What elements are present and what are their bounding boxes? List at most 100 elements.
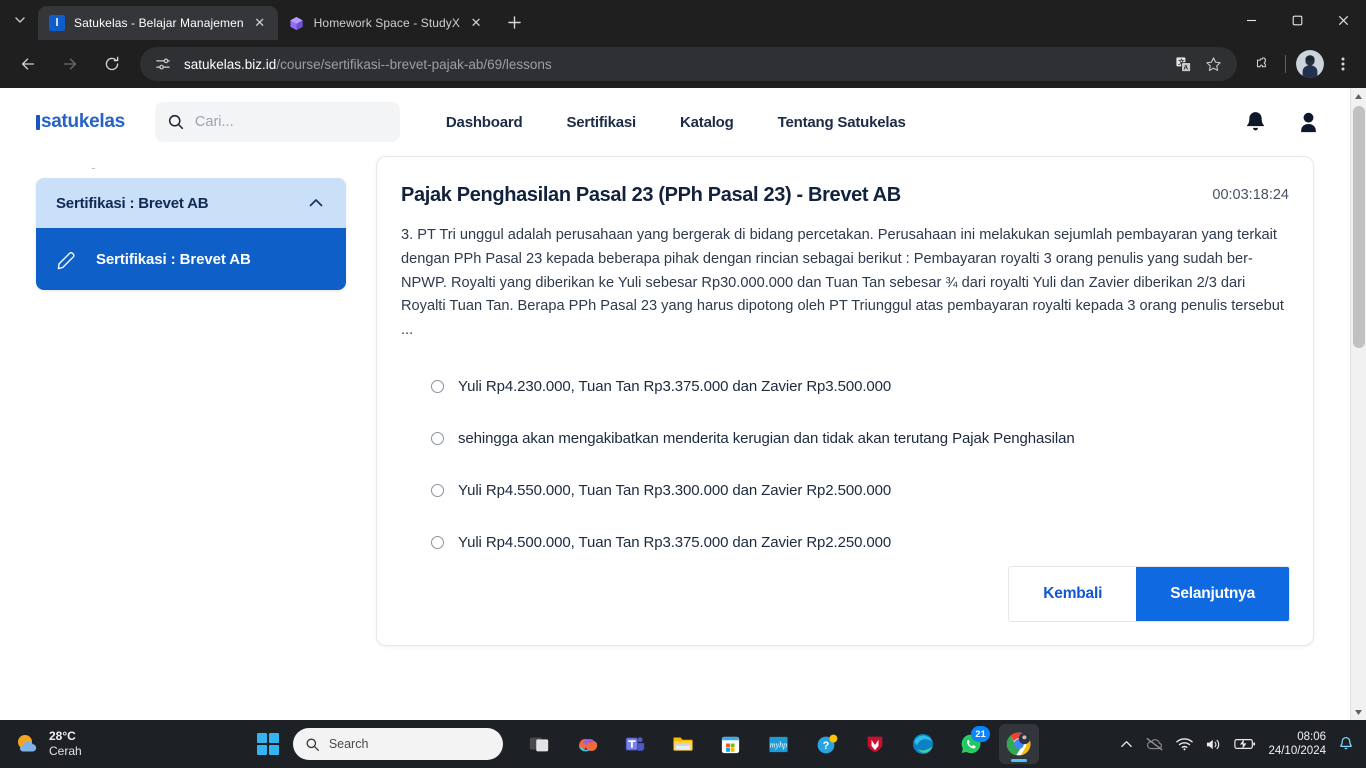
taskbar-app-task-view[interactable] — [519, 724, 559, 764]
avatar[interactable] — [1296, 50, 1324, 78]
address-bar[interactable]: satukelas.biz.id/course/sertifikasi--bre… — [140, 47, 1237, 81]
radio-button[interactable] — [431, 484, 444, 498]
volume-icon[interactable] — [1205, 737, 1222, 752]
page-viewport: satukelas Dashboard Sertifikasi Katalog … — [0, 88, 1366, 720]
tab-close-icon[interactable]: ✕ — [250, 13, 270, 33]
header-actions — [1242, 109, 1322, 136]
site-logo[interactable]: satukelas — [36, 111, 125, 133]
nav-item-katalog[interactable]: Katalog — [680, 114, 734, 131]
whatsapp-badge: 21 — [971, 726, 990, 742]
back-icon[interactable] — [12, 48, 44, 80]
taskbar-app-mcafee[interactable] — [855, 724, 895, 764]
system-tray: 08:06 24/10/2024 — [1120, 730, 1366, 759]
tab-close-icon[interactable]: ✕ — [466, 13, 486, 33]
answer-option-3[interactable]: Yuli Rp4.550.000, Tuan Tan Rp3.300.000 d… — [431, 465, 1289, 517]
taskbar-app-whatsapp[interactable]: 21 — [951, 724, 991, 764]
nav-item-dashboard[interactable]: Dashboard — [446, 114, 523, 131]
sidebar-stub-text: - — [91, 159, 96, 175]
notification-bell-icon[interactable] — [1338, 736, 1354, 753]
taskbar-app-copilot[interactable] — [567, 724, 607, 764]
start-icon[interactable] — [251, 727, 285, 761]
lesson-card-header: Pajak Penghasilan Pasal 23 (PPh Pasal 23… — [401, 183, 1289, 208]
bell-icon[interactable] — [1242, 109, 1269, 136]
taskbar-search-box[interactable]: Search — [292, 728, 503, 760]
next-button[interactable]: Selanjutnya — [1136, 567, 1289, 621]
scroll-up-arrow-icon[interactable] — [1351, 88, 1366, 104]
answer-option-label: Yuli Rp4.230.000, Tuan Tan Rp3.375.000 d… — [458, 378, 892, 396]
close-window-button[interactable] — [1320, 0, 1366, 40]
question-text: 3. PT Tri unggul adalah perusahaan yang … — [401, 227, 1284, 339]
taskbar-app-google-chrome[interactable] — [998, 724, 1039, 764]
taskbar-weather-widget[interactable]: 28°C Cerah — [0, 729, 210, 758]
browser-toolbar: satukelas.biz.id/course/sertifikasi--bre… — [0, 40, 1366, 88]
satukelas-favicon: l — [49, 15, 65, 31]
star-icon[interactable] — [1199, 50, 1227, 78]
weather-condition: Cerah — [49, 744, 82, 758]
forward-icon[interactable] — [54, 48, 86, 80]
maximize-button[interactable] — [1274, 0, 1320, 40]
page-scrollbar[interactable] — [1350, 88, 1366, 720]
tab-title: Satukelas - Belajar Manajemen — [74, 16, 244, 30]
battery-charging-icon[interactable] — [1234, 737, 1256, 751]
taskbar-app-microsoft-edge[interactable] — [903, 724, 943, 764]
taskbar-clock[interactable]: 08:06 24/10/2024 — [1268, 730, 1326, 759]
three-dot-icon[interactable] — [1328, 49, 1358, 79]
nav-item-sertifikasi[interactable]: Sertifikasi — [566, 114, 636, 131]
site-nav: Dashboard Sertifikasi Katalog Tentang Sa… — [446, 114, 906, 131]
taskbar-search-placeholder: Search — [328, 737, 369, 751]
taskbar-app-microsoft-store[interactable] — [711, 724, 751, 764]
minimize-button[interactable] — [1228, 0, 1274, 40]
tab-title: Homework Space - StudyX — [313, 16, 461, 30]
svg-text:?: ? — [822, 740, 829, 752]
studyx-favicon — [289, 15, 305, 31]
url-host: satukelas.biz.id — [184, 56, 277, 72]
pencil-icon — [56, 249, 78, 270]
answer-option-label: Yuli Rp4.500.000, Tuan Tan Rp3.375.000 d… — [458, 534, 892, 552]
taskbar-apps: Search myhp ? 21 — [251, 724, 1039, 764]
clock-time: 08:06 — [1297, 730, 1326, 743]
answer-options: Yuli Rp4.230.000, Tuan Tan Rp3.375.000 d… — [401, 361, 1289, 569]
user-avatar-icon[interactable] — [1295, 109, 1322, 136]
radio-button[interactable] — [431, 536, 444, 550]
scroll-down-arrow-icon[interactable] — [1351, 704, 1366, 720]
taskbar-app-microsoft-teams[interactable] — [615, 724, 655, 764]
chevron-up-icon[interactable] — [306, 193, 326, 213]
answer-option-2[interactable]: sehingga akan mengakibatkan menderita ke… — [431, 413, 1289, 465]
taskbar-app-help[interactable]: ? — [807, 724, 847, 764]
search-icon — [167, 113, 185, 131]
clock-date: 24/10/2024 — [1268, 745, 1326, 757]
course-sidebar: - Sertifikasi : Brevet AB Sertifikasi: … — [36, 156, 346, 290]
show-hidden-icons[interactable] — [1120, 738, 1133, 751]
onedrive-offline-icon[interactable] — [1145, 736, 1164, 752]
wifi-icon[interactable] — [1176, 737, 1194, 751]
toolbar-divider — [1285, 55, 1286, 73]
lesson-timer: 00:03:18:24 — [1212, 187, 1289, 203]
taskbar-app-myhp[interactable]: myhp — [759, 724, 799, 764]
browser-tab-satukelas[interactable]: l Satukelas - Belajar Manajemen ✕ — [38, 6, 278, 40]
puzzle-icon[interactable] — [1247, 49, 1277, 79]
radio-button[interactable] — [431, 380, 444, 394]
page-title: Pajak Penghasilan Pasal 23 (PPh Pasal 23… — [401, 184, 901, 206]
new-tab-button[interactable] — [500, 8, 528, 36]
answer-option-1[interactable]: Yuli Rp4.230.000, Tuan Tan Rp3.375.000 d… — [431, 361, 1289, 413]
svg-text:A: A — [1183, 64, 1188, 71]
reload-icon[interactable] — [96, 48, 128, 80]
logo-mark-icon — [36, 114, 40, 130]
weather-temperature: 28°C — [49, 729, 76, 744]
browser-tab-studyx[interactable]: Homework Space - StudyX ✕ — [277, 6, 495, 40]
tab-search-button[interactable] — [6, 6, 34, 34]
tune-icon[interactable] — [152, 53, 174, 75]
accordion-header-sertifikasi[interactable]: Sertifikasi : Brevet AB — [36, 178, 346, 228]
search-box[interactable] — [154, 102, 400, 142]
sidebar-item-sertifikasi-brevet-ab[interactable]: Sertifikasi : Brevet AB — [36, 228, 346, 290]
partly-cloudy-icon — [14, 731, 40, 757]
search-input[interactable] — [194, 114, 388, 130]
answer-option-label: sehingga akan mengakibatkan menderita ke… — [458, 430, 1075, 448]
answer-option-4[interactable]: Yuli Rp4.500.000, Tuan Tan Rp3.375.000 d… — [431, 517, 1289, 569]
scrollbar-thumb[interactable] — [1353, 106, 1365, 348]
back-button[interactable]: Kembali — [1009, 567, 1137, 621]
taskbar-app-file-explorer[interactable] — [663, 724, 703, 764]
translate-icon[interactable]: 文 A — [1169, 50, 1197, 78]
radio-button[interactable] — [431, 432, 444, 446]
nav-item-tentang-satukelas[interactable]: Tentang Satukelas — [778, 114, 906, 131]
